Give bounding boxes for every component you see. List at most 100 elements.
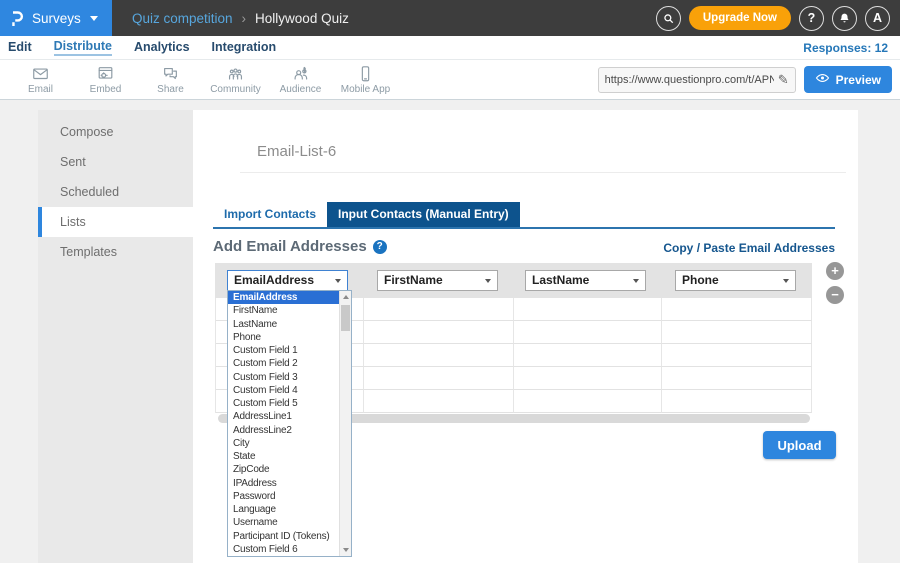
chevron-down-icon: [485, 279, 491, 283]
table-cell[interactable]: [364, 390, 514, 413]
add-row-button[interactable]: +: [826, 262, 844, 280]
remove-row-button[interactable]: −: [826, 286, 844, 304]
table-cell[interactable]: [662, 390, 812, 413]
copy-paste-email-addresses-link[interactable]: Copy / Paste Email Addresses: [663, 241, 835, 255]
column-select-firstname[interactable]: FirstName: [377, 270, 498, 291]
table-cell[interactable]: [662, 321, 812, 344]
scroll-down-arrow-icon[interactable]: [340, 544, 352, 556]
dropdown-option-custom-field-3[interactable]: Custom Field 3: [228, 371, 351, 384]
upgrade-now-button[interactable]: Upgrade Now: [689, 6, 791, 30]
email-icon: [31, 65, 50, 83]
table-cell[interactable]: [514, 298, 663, 321]
dropdown-option-addressline2[interactable]: AddressLine2: [228, 424, 351, 437]
toolbar-item-audience[interactable]: Audience: [268, 65, 333, 95]
questionpro-logo-icon: [10, 9, 25, 28]
title-divider: [240, 172, 846, 173]
sidebar-item-lists[interactable]: Lists: [38, 207, 193, 237]
toolbar-items: Email Embed ShareCommunityAudience Mobile A…: [0, 65, 398, 95]
toolbar-item-community[interactable]: Community: [203, 65, 268, 95]
help-icon[interactable]: ?: [373, 240, 387, 254]
chevron-down-icon: [783, 279, 789, 283]
surveys-label: Surveys: [32, 11, 81, 26]
nav-item-analytics[interactable]: Analytics: [134, 40, 190, 55]
embed-icon: [96, 65, 115, 83]
toolbar-item-share[interactable]: Share: [138, 65, 203, 95]
table-cell[interactable]: [364, 298, 514, 321]
list-title: Email-List-6: [257, 143, 336, 160]
nav-item-integration[interactable]: Integration: [212, 40, 277, 55]
column-select-emailaddress[interactable]: EmailAddress: [227, 270, 348, 291]
dropdown-option-password[interactable]: Password: [228, 490, 351, 503]
avatar[interactable]: A: [865, 6, 890, 31]
dropdown-option-emailaddress[interactable]: EmailAddress: [228, 291, 351, 304]
surveys-menu[interactable]: Surveys: [0, 0, 112, 36]
dropdown-option-custom-field-2[interactable]: Custom Field 2: [228, 357, 351, 370]
breadcrumb-page: Hollywood Quiz: [255, 11, 349, 26]
dropdown-scrollbar[interactable]: [339, 291, 351, 556]
dropdown-option-username[interactable]: Username: [228, 516, 351, 529]
dropdown-option-language[interactable]: Language: [228, 503, 351, 516]
dropdown-option-phone[interactable]: Phone: [228, 331, 351, 344]
table-cell[interactable]: [662, 344, 812, 367]
nav-item-edit[interactable]: Edit: [8, 40, 32, 55]
dropdown-option-ipaddress[interactable]: IPAddress: [228, 477, 351, 490]
selected-field-label: Phone: [682, 273, 719, 287]
toolbar-item-label: Email: [28, 84, 53, 95]
table-cell[interactable]: [514, 367, 663, 390]
dropdown-option-custom-field-1[interactable]: Custom Field 1: [228, 344, 351, 357]
sidebar-item-templates[interactable]: Templates: [38, 237, 193, 267]
toolbar-item-label: Embed: [90, 84, 122, 95]
table-cell[interactable]: [364, 344, 514, 367]
table-cell[interactable]: [364, 321, 514, 344]
help-button[interactable]: ?: [799, 6, 824, 31]
table-cell[interactable]: [514, 344, 663, 367]
nav-item-distribute[interactable]: Distribute: [54, 39, 112, 56]
dropdown-scrollbar-thumb[interactable]: [341, 305, 350, 331]
search-icon[interactable]: [656, 6, 681, 31]
toolbar-item-email[interactable]: Email: [8, 65, 73, 95]
table-cell[interactable]: [662, 298, 812, 321]
bell-glyph-icon: [838, 12, 851, 25]
column-select-lastname[interactable]: LastName: [525, 270, 646, 291]
edit-url-pencil-icon[interactable]: ✎: [778, 72, 789, 88]
toolbar-item-mobile-app[interactable]: Mobile App: [333, 65, 398, 95]
survey-nav: Edit Distribute Analytics Integration Respo…: [0, 36, 900, 60]
dropdown-option-custom-field-4[interactable]: Custom Field 4: [228, 384, 351, 397]
sidebar-item-sent[interactable]: Sent: [38, 147, 193, 177]
dropdown-option-zipcode[interactable]: ZipCode: [228, 463, 351, 476]
dropdown-option-custom-field-5[interactable]: Custom Field 5: [228, 397, 351, 410]
dropdown-option-custom-field-6[interactable]: Custom Field 6: [228, 543, 351, 556]
responses-count: Responses: 12: [803, 41, 888, 55]
selected-field-label: FirstName: [384, 273, 443, 287]
table-cell[interactable]: [514, 390, 663, 413]
notifications-bell-icon[interactable]: [832, 6, 857, 31]
table-cell[interactable]: [662, 367, 812, 390]
dropdown-option-lastname[interactable]: LastName: [228, 318, 351, 331]
tab-import-contacts[interactable]: Import Contacts: [213, 202, 327, 227]
breadcrumb-survey[interactable]: Quiz competition: [132, 11, 233, 26]
tab-input-contacts-manual-entry[interactable]: Input Contacts (Manual Entry): [327, 202, 520, 227]
survey-url-value: https://www.questionpro.com/t/APNrFZ: [605, 74, 774, 86]
sidebar-item-scheduled[interactable]: Scheduled: [38, 177, 193, 207]
dropdown-option-firstname[interactable]: FirstName: [228, 304, 351, 317]
dropdown-option-state[interactable]: State: [228, 450, 351, 463]
table-cell[interactable]: [364, 367, 514, 390]
sidebar-item-compose[interactable]: Compose: [38, 117, 193, 147]
column-select-phone[interactable]: Phone: [675, 270, 796, 291]
preview-button[interactable]: Preview: [804, 66, 892, 93]
toolbar-item-label: Mobile App: [341, 84, 390, 95]
main-panel: ComposeSentScheduledListsTemplates Email…: [38, 110, 858, 563]
survey-url-field[interactable]: https://www.questionpro.com/t/APNrFZ ✎: [598, 67, 796, 93]
dropdown-option-participant-id-tokens[interactable]: Participant ID (Tokens): [228, 530, 351, 543]
dropdown-option-addressline1[interactable]: AddressLine1: [228, 410, 351, 423]
dropdown-option-city[interactable]: City: [228, 437, 351, 450]
toolbar-item-embed[interactable]: Embed: [73, 65, 138, 95]
chevron-down-icon: [633, 279, 639, 283]
chevron-down-icon: [335, 279, 341, 283]
mobile-app-icon: [356, 65, 375, 83]
scroll-up-arrow-icon[interactable]: [340, 291, 352, 303]
share-icon: [161, 65, 180, 83]
table-cell[interactable]: [514, 321, 663, 344]
selected-field-label: LastName: [532, 273, 589, 287]
upload-button[interactable]: Upload: [763, 431, 836, 459]
